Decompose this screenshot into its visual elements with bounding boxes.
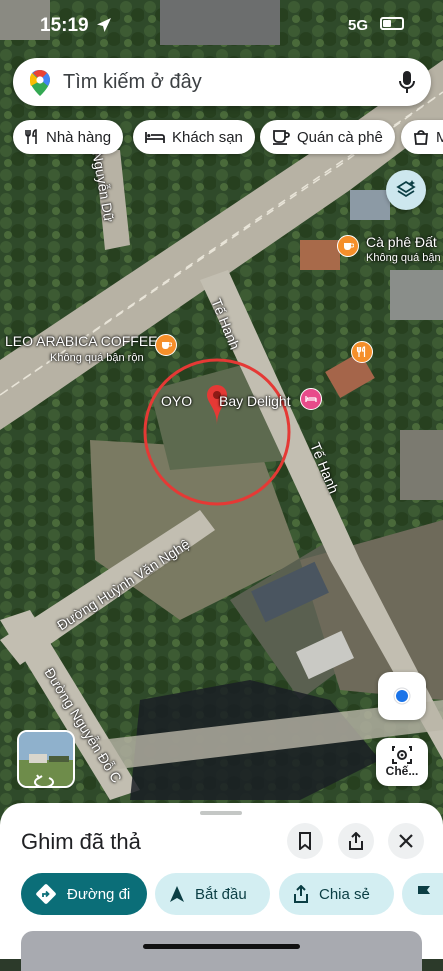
- coffee-cup-icon: [273, 130, 290, 145]
- chip-label: Nhà hàng: [46, 128, 112, 146]
- directions-icon: [36, 884, 56, 904]
- close-button[interactable]: [388, 823, 424, 859]
- lens-button[interactable]: Chế...: [376, 738, 428, 786]
- drag-handle[interactable]: [200, 811, 242, 815]
- layers-icon: [396, 180, 416, 198]
- share-icon: [294, 885, 308, 903]
- place-label-ca-phe-dat[interactable]: Cà phê Đất: [366, 234, 437, 250]
- bed-icon: [145, 132, 165, 143]
- battery-icon: [380, 17, 404, 30]
- camera-lens-icon: [392, 746, 412, 764]
- my-location-button[interactable]: [378, 672, 426, 720]
- search-bar[interactable]: Tìm kiếm ở đây: [13, 58, 431, 106]
- place-bottom-sheet[interactable]: Ghim đã thả Đường đi Bắt đầu Chia sẻ: [0, 803, 443, 971]
- place-label-bay-delight[interactable]: Bay Delight: [219, 393, 291, 409]
- navigation-arrow-icon: [170, 886, 184, 902]
- coffee-icon[interactable]: [337, 235, 359, 257]
- bookmark-icon: [299, 832, 311, 850]
- place-note-ca-phe-dat: Không quá bận: [366, 252, 441, 264]
- chip-label: M: [436, 128, 443, 146]
- location-arrow-icon: [97, 18, 111, 32]
- place-title: Ghim đã thả: [21, 829, 141, 854]
- place-note-leo-arabica: Không quá bận rộn: [50, 352, 144, 364]
- start-label: Bắt đầu: [195, 885, 247, 903]
- share-button[interactable]: Chia sẻ: [279, 873, 394, 915]
- chip-restaurants[interactable]: Nhà hàng: [13, 120, 124, 154]
- save-button[interactable]: [287, 823, 323, 859]
- chip-shopping[interactable]: M: [401, 120, 443, 154]
- network-type: 5G: [348, 17, 369, 34]
- street-view-thumbnail[interactable]: [17, 730, 75, 788]
- share-label: Chia sẻ: [319, 885, 370, 903]
- search-input[interactable]: Tìm kiếm ở đây: [63, 71, 202, 94]
- street-view-preview: [19, 732, 73, 786]
- hotel-icon[interactable]: [300, 388, 322, 410]
- home-indicator[interactable]: [143, 944, 300, 949]
- microphone-icon[interactable]: [399, 70, 415, 94]
- shopping-bag-icon: [414, 130, 428, 145]
- directions-button[interactable]: Đường đi: [21, 873, 147, 915]
- place-label-oyo[interactable]: OYO: [161, 393, 192, 409]
- share-top-button[interactable]: [338, 823, 374, 859]
- start-button[interactable]: Bắt đầu: [155, 873, 270, 915]
- status-bar: 15:19 5G: [0, 0, 443, 52]
- restaurant-icon[interactable]: [351, 341, 373, 363]
- chip-cafes[interactable]: Quán cà phê: [260, 120, 395, 154]
- location-dot-icon: [393, 687, 411, 705]
- flag-icon: [418, 886, 430, 902]
- share-icon: [349, 832, 363, 850]
- maps-logo-icon: [29, 69, 50, 96]
- status-time: 15:19: [40, 15, 89, 36]
- chip-label: Quán cà phê: [297, 128, 383, 146]
- chip-hotels[interactable]: Khách sạn: [133, 120, 255, 154]
- place-photo-preview[interactable]: [21, 931, 422, 971]
- fork-knife-icon: [25, 129, 37, 144]
- coffee-icon[interactable]: [155, 334, 177, 356]
- place-label-leo-arabica[interactable]: LEO ARABICA COFFEE: [5, 333, 158, 349]
- lens-label: Chế...: [385, 764, 419, 778]
- directions-label: Đường đi: [67, 885, 131, 903]
- layers-button[interactable]: [386, 170, 426, 210]
- chip-label: Khách sạn: [172, 128, 243, 146]
- save-flag-button[interactable]: [402, 873, 443, 915]
- close-icon: [399, 834, 413, 848]
